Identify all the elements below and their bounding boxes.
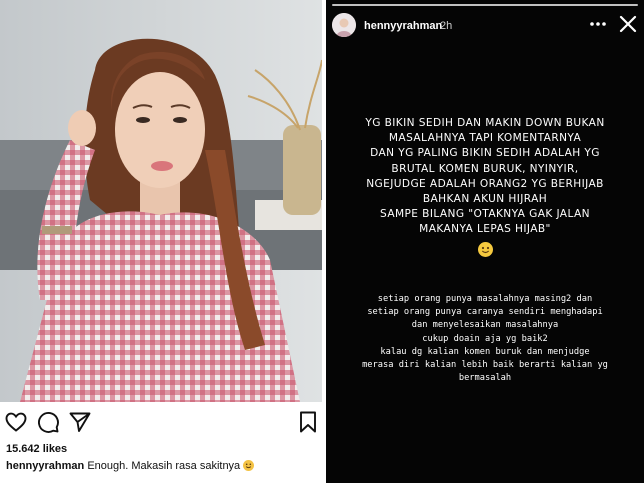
story-main-line: NGEJUDGE ADALAH ORANG2 YG BERHIJAB [366, 177, 604, 190]
heart-icon[interactable] [4, 410, 28, 434]
story-progress-bar [332, 4, 638, 6]
avatar[interactable] [332, 13, 356, 37]
story-username[interactable]: hennyyrahman [364, 20, 442, 32]
bookmark-icon[interactable] [296, 410, 320, 434]
close-icon[interactable] [618, 14, 638, 34]
likes-count[interactable]: 15.642 likes [6, 443, 67, 455]
story-timestamp: 2h [440, 20, 453, 32]
instagram-story: hennyyrahman 2h YG BIKIN SEDIH DAN MAKIN… [326, 0, 644, 483]
story-main-line: SAMPE BILANG "OTAKNYA GAK JALAN [380, 208, 590, 221]
story-sub-line: kalau dg kalian komen buruk dan menjudge [380, 346, 590, 357]
story-main-line: DAN YG PALING BIKIN SEDIH ADALAH YG [370, 147, 600, 160]
more-icon[interactable] [588, 17, 608, 31]
caption-username[interactable]: hennyyrahman [6, 460, 84, 472]
instagram-post: 15.642 likes hennyyrahman Enough. Makasi… [0, 0, 322, 483]
screenshot-composite: 15.642 likes hennyyrahman Enough. Makasi… [0, 0, 644, 483]
story-sub-line: cukup doain aja yg baik2 [422, 333, 548, 344]
caption-text: Enough. Makasih rasa sakitnya [87, 460, 241, 472]
comment-icon[interactable] [36, 410, 60, 434]
story-sub-line: merasa diri kalian lebih baik berarti ka… [362, 360, 608, 371]
post-photo-illustration [0, 0, 322, 402]
smiley-emoji [243, 460, 255, 471]
story-main-line: BAHKAN AKUN HIJRAH [422, 193, 548, 206]
smiley-emoji [477, 241, 493, 257]
story-sub-line: setiap orang punya caranya sendiri mengh… [367, 307, 603, 318]
story-sub-text: setiap orang punya masalahnya masing2 da… [326, 293, 644, 385]
share-icon[interactable] [68, 410, 92, 434]
story-main-text: YG BIKIN SEDIH DAN MAKIN DOWN BUKAN MASA… [326, 116, 644, 257]
story-main-line: MASALAHNYA TAPI KOMENTARNYA [388, 132, 582, 145]
story-main-line: BRUTAL KOMEN BURUK, NYINYIR, [391, 162, 579, 175]
story-main-line: YG BIKIN SEDIH DAN MAKIN DOWN BUKAN [365, 117, 605, 129]
post-photo[interactable] [0, 0, 322, 402]
post-action-bar [0, 404, 322, 440]
post-caption: hennyyrahman Enough. Makasih rasa sakitn… [6, 460, 318, 472]
story-sub-line: bermasalah [458, 373, 512, 384]
story-sub-line: dan menyelesaikan masalahnya [411, 320, 559, 331]
story-sub-line: setiap orang punya masalahnya masing2 da… [377, 294, 593, 304]
story-main-line: MAKANYA LEPAS HIJAB" [419, 223, 551, 236]
